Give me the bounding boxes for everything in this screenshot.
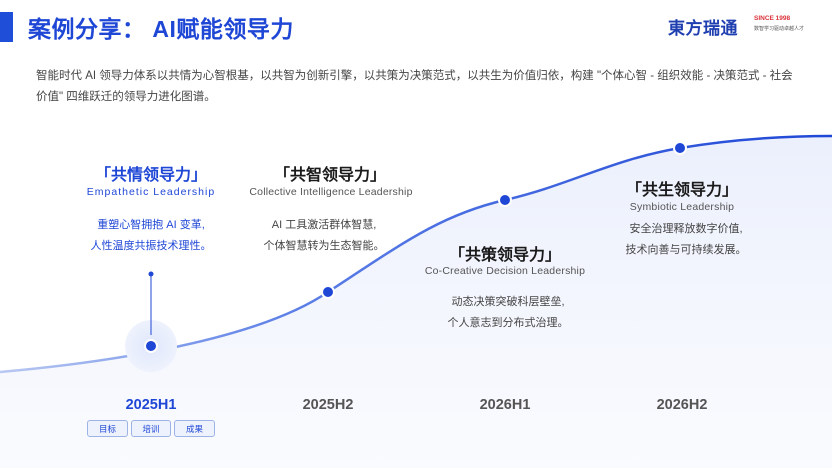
stage-desc-empathetic-2: 人性温度共振技术理性。	[90, 240, 212, 252]
stage-desc-collective-1: AI 工具激活群体智慧,	[271, 219, 377, 231]
stage-en-collective: Collective Intelligence Leadership	[249, 186, 413, 198]
stage-desc-symbiotic-2: 技术向善与可持续发展。	[625, 244, 747, 256]
logo-since: SINCE 1998	[754, 15, 791, 22]
timeline-dot-2026h2	[673, 141, 687, 155]
period-2025h1[interactable]: 2025H1	[126, 397, 177, 413]
stage-title-cocreative: 「共策领导力」	[448, 247, 562, 264]
period-2026h2[interactable]: 2026H2	[657, 397, 708, 413]
intro-paragraph: 智能时代 AI 领导力体系以共情为心智根基，以共智为创新引擎，以共策为决策范式，…	[36, 70, 793, 103]
stage-title-empathetic: 「共情领导力」	[94, 167, 208, 184]
stage-desc-cocreative-2: 个人意志到分布式治理。	[447, 317, 569, 329]
period-2026h1[interactable]: 2026H1	[480, 397, 531, 413]
title-accent-bar	[0, 12, 13, 42]
stage-en-cocreative: Co-Creative Decision Leadership	[424, 265, 586, 277]
stage-desc-empathetic-1: 重塑心智拥抱 AI 变革,	[97, 219, 205, 231]
tag-training-button[interactable]: 培训	[131, 420, 171, 437]
timeline-dot-2025h1	[144, 339, 158, 353]
logo-slogan: 数智学习驱动卓越人才	[754, 26, 805, 32]
stage-title-symbiotic: 「共生领导力」	[625, 182, 739, 199]
stage-title-collective: 「共智领导力」	[273, 167, 387, 184]
timeline-dot-2026h1	[498, 193, 512, 207]
stage-en-symbiotic: Symbiotic Leadership	[629, 201, 735, 213]
logo-name: 東方瑞通	[668, 19, 738, 38]
period-2025h2[interactable]: 2025H2	[303, 397, 354, 413]
stage-desc-collective-2: 个体智慧转为生态智能。	[263, 240, 385, 252]
active-connector-dot	[148, 271, 154, 277]
stage-desc-cocreative-1: 动态决策突破科层壁垒,	[451, 296, 565, 308]
company-logo: 東方瑞通 SINCE 1998 数智学习驱动卓越人才	[668, 14, 820, 38]
timeline-dot-2025h2	[321, 285, 335, 299]
page-title: 案例分享： AI赋能领导力	[28, 16, 294, 42]
tag-result-button[interactable]: 成果	[174, 420, 215, 437]
stage-en-empathetic: Empathetic Leadership	[86, 186, 216, 198]
tag-goal-button[interactable]: 目标	[87, 420, 128, 437]
stage-desc-symbiotic-1: 安全治理释放数字价值,	[629, 223, 743, 235]
